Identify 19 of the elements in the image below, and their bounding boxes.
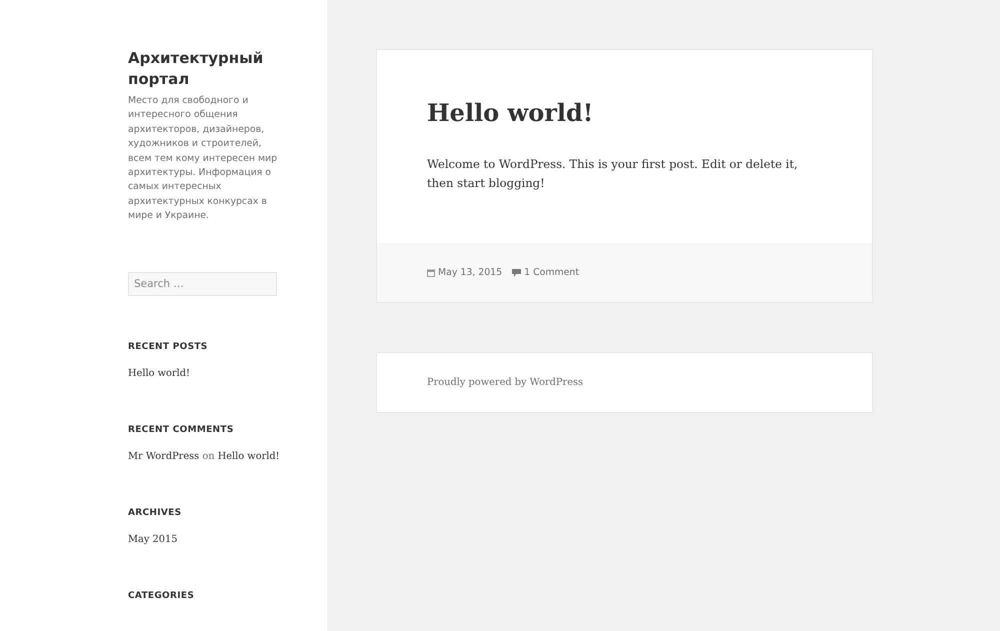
widget-link[interactable]: May 2015 <box>128 534 178 545</box>
post-title[interactable]: Hello world! <box>377 50 872 127</box>
widget-title: CATEGORIES <box>128 590 196 601</box>
joiner-text: on <box>202 450 215 462</box>
calendar-icon <box>427 268 435 276</box>
widget-title: RECENT POSTS <box>128 342 209 352</box>
post-date-link[interactable]: May 13, 2015 <box>427 267 502 278</box>
widget-link[interactable]: Hello world! <box>128 368 190 379</box>
footer-credit: Proudly powered by WordPress <box>426 376 584 390</box>
widget-title: RECENT COMMENTS <box>128 424 235 435</box>
comment-author-link[interactable]: Mr WordPress <box>128 450 200 462</box>
comment-icon <box>512 268 522 276</box>
site-title[interactable]: Архитектурный портал <box>128 48 288 90</box>
post-body: Welcome to WordPress. This is your first post. Edit or delete it, then start blogging! <box>426 156 799 192</box>
widget-title: ARCHIVES <box>128 508 182 518</box>
search-field[interactable]: Search … <box>128 272 277 296</box>
site-description: Место для свободного и интересного общения архитекторов, дизайнеров, художников и строителей, всем тем кому интересен мир архитектуры. Информация о самых интересных архитектурных конкурсах в мире и Украине. <box>128 94 278 224</box>
post-link[interactable]: Hello world! <box>218 450 280 462</box>
comments-link[interactable]: 1 Comment <box>512 267 580 278</box>
